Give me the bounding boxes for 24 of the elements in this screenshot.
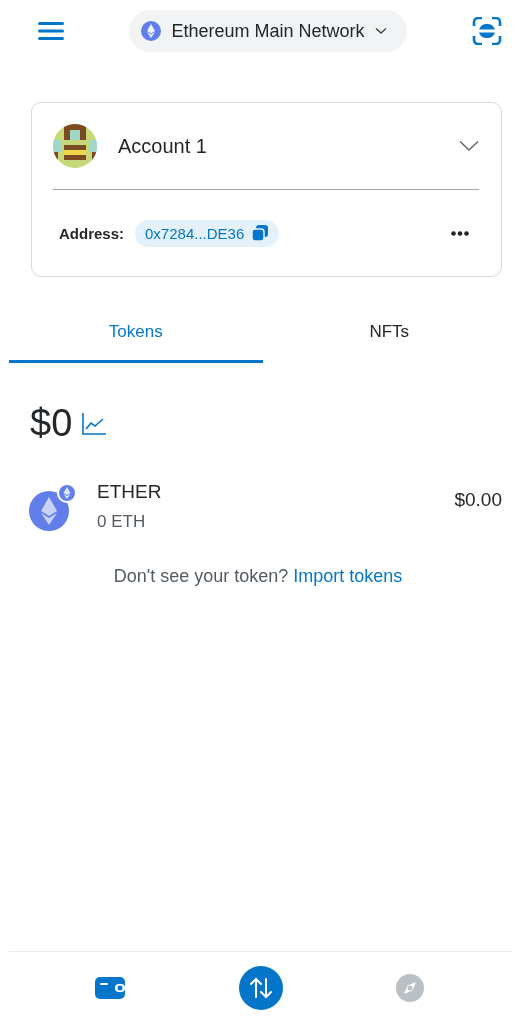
token-value: $0.00 (454, 489, 502, 511)
tab[interactable]: Tokens (9, 303, 263, 363)
token-name[interactable]: ETHER (97, 481, 455, 503)
more-icon[interactable] (451, 230, 469, 236)
token-amount: 0 ETH (97, 512, 147, 532)
address-label: Address: (59, 224, 125, 242)
network-selector[interactable]: Ethereum Main Network (129, 10, 407, 52)
swap-button[interactable] (238, 966, 283, 1010)
tab[interactable]: NFTs (262, 303, 516, 363)
balance-amount: $0 (30, 402, 73, 445)
import-prompt: Don't see your token? (113, 566, 289, 586)
account-avatar[interactable] (53, 124, 97, 168)
ethereum-icon (141, 21, 162, 41)
account-name[interactable]: Account 1 (118, 134, 459, 158)
chart-icon[interactable] (82, 412, 107, 435)
wallet-icon[interactable] (95, 977, 125, 999)
copy-icon (251, 224, 270, 242)
chevron-down-icon[interactable] (459, 140, 479, 152)
address-chip[interactable]: 0x7284...DE36 (135, 219, 280, 247)
import-tokens-link[interactable]: Import tokens (293, 566, 403, 586)
menu-icon[interactable] (38, 22, 64, 40)
scan-icon[interactable] (472, 17, 502, 45)
chevron-down-icon (374, 27, 387, 35)
ethereum-token-icon[interactable] (29, 482, 77, 531)
